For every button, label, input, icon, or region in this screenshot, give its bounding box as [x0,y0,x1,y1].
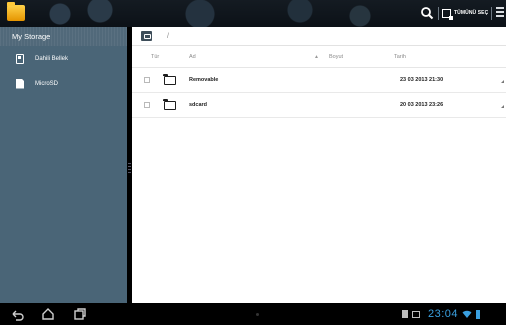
column-header-date[interactable]: Tarih [394,54,506,60]
column-header-type[interactable]: Tür [132,54,189,60]
sidebar-item-microsd[interactable]: MicroSD [0,71,127,96]
file-name: Removable [189,77,219,83]
recent-apps-icon[interactable] [73,307,87,321]
sidebar-item-label: Dahili Bellek [35,55,69,62]
breadcrumb: / [132,27,506,46]
wifi-icon [462,310,472,318]
sidebar-item-internal-storage[interactable]: Dahili Bellek [0,46,127,71]
expand-corner-icon [501,80,504,83]
status-area[interactable]: 23:04 [402,303,481,325]
current-path[interactable]: / [167,33,169,40]
select-all-icon [442,8,453,20]
action-bar: TÜMÜNÜ SEÇ [0,0,506,27]
row-checkbox[interactable] [144,77,150,83]
home-icon[interactable] [41,307,55,321]
search-icon[interactable] [420,6,434,20]
notification-document-icon [402,310,408,318]
battery-icon [476,309,481,319]
folder-icon [163,98,176,110]
column-header-size[interactable]: Boyut [329,54,394,60]
toolbar-divider [491,7,492,20]
storage-sidebar: My Storage Dahili Bellek MicroSD [0,27,127,303]
internal-storage-icon [16,53,24,64]
file-date: 23 03 2013 21:30 [400,77,444,83]
folder-icon [163,73,176,85]
row-checkbox[interactable] [144,102,150,108]
splitter-grip-icon[interactable] [128,163,131,175]
system-navigation-bar: 23:04 [0,303,506,325]
sidebar-item-label: MicroSD [35,80,59,87]
column-header-row: Tür Ad ▲ Boyut Tarih [132,46,506,68]
overflow-menu-icon[interactable] [496,7,506,19]
clock: 23:04 [428,308,459,320]
file-list-pane: / Tür Ad ▲ Boyut Tarih Removable 23 03 2… [132,27,506,303]
select-all-button[interactable]: TÜMÜNÜ SEÇ [442,5,488,21]
nav-indicator-dot [256,313,259,316]
column-header-name[interactable]: Ad [189,54,314,60]
file-manager-folder-icon[interactable] [7,2,25,21]
select-all-label: TÜMÜNÜ SEÇ [454,10,489,16]
sd-card-icon [16,78,24,89]
storage-root-icon[interactable] [141,31,152,41]
table-row[interactable]: sdcard 20 03 2013 23:26 [132,93,506,118]
expand-corner-icon [501,105,504,108]
table-row[interactable]: Removable 23 03 2013 21:30 [132,68,506,93]
sidebar-header: My Storage [0,27,127,46]
notification-screenshot-icon [412,310,420,318]
sort-ascending-icon: ▲ [314,53,319,60]
file-date: 20 03 2013 23:26 [400,102,444,108]
toolbar-divider [438,7,439,20]
file-name: sdcard [189,102,208,108]
back-icon[interactable] [10,307,24,321]
